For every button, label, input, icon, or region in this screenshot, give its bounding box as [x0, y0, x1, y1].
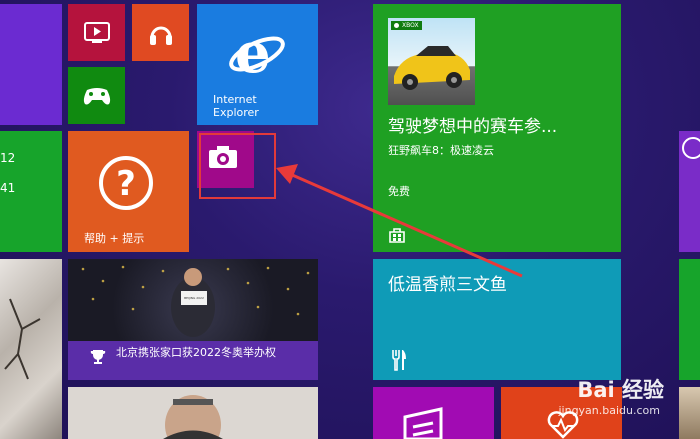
- xbox-games-tile[interactable]: [68, 67, 125, 124]
- help-tips-tile[interactable]: ? 帮助 + 提示: [68, 131, 189, 252]
- game-cover-image: XBOX: [388, 18, 475, 105]
- news-sign-text: BEIJING 2022: [184, 296, 204, 300]
- news-tile[interactable]: BEIJING 2022: [68, 259, 318, 380]
- svg-text:?: ?: [116, 164, 136, 204]
- food-drink-tile[interactable]: 低温香煎三文鱼: [373, 259, 621, 380]
- partial-tile-right-top[interactable]: [679, 131, 700, 252]
- sports-car-image: [394, 46, 470, 90]
- news-headline: 北京携张家口获2022冬奥举办权: [116, 346, 276, 359]
- internet-explorer-tile[interactable]: e Internet Explorer: [197, 4, 318, 125]
- store-icon: [388, 226, 406, 248]
- trophy-icon: [89, 348, 107, 370]
- baidu-watermark: Bai 经验: [577, 378, 664, 402]
- games-icon: [403, 407, 443, 439]
- person-photo-image: [163, 395, 223, 439]
- partial-tile-clock[interactable]: 12 41: [0, 131, 62, 252]
- highlight-box: [199, 133, 276, 199]
- game-price: 免费: [388, 185, 410, 198]
- video-tile[interactable]: [68, 4, 125, 61]
- fork-knife-icon: [391, 349, 407, 375]
- music-tile[interactable]: [132, 4, 189, 61]
- baidu-watermark-url: jingyan.baidu.com: [558, 404, 660, 417]
- video-icon: [68, 4, 125, 61]
- game-title: 驾驶梦想中的赛车参...: [388, 117, 558, 137]
- games-tile[interactable]: [373, 387, 494, 439]
- branch-photo-image: [4, 298, 41, 380]
- ie-label-line2: Explorer: [213, 106, 259, 119]
- partial-right-icon: [682, 137, 700, 159]
- racing-game-tile[interactable]: XBOX 驾驶梦想中的赛车参... 狂野飙车8：极速凌云 免费: [373, 4, 621, 252]
- partial-tile-text-2: 41: [0, 181, 16, 195]
- help-icon: ?: [98, 155, 154, 211]
- person-photo-tile[interactable]: [68, 387, 318, 439]
- partial-tile-text-1: 12: [0, 151, 16, 165]
- game-subtitle: 狂野飙车8：极速凌云: [388, 144, 494, 157]
- partial-tile-right-mid[interactable]: [679, 259, 700, 380]
- gamepad-icon: [68, 67, 125, 124]
- partial-tile-photo[interactable]: [0, 259, 62, 439]
- headphones-icon: [132, 4, 189, 61]
- news-photo: BEIJING 2022: [68, 259, 318, 341]
- ie-label-line1: Internet: [213, 93, 257, 106]
- partial-tile-right-bottom[interactable]: [679, 387, 700, 439]
- help-label: 帮助 + 提示: [84, 232, 145, 245]
- ie-logo-icon: e: [227, 20, 287, 86]
- partial-tile-top-left[interactable]: [0, 4, 62, 125]
- food-title: 低温香煎三文鱼: [388, 275, 507, 295]
